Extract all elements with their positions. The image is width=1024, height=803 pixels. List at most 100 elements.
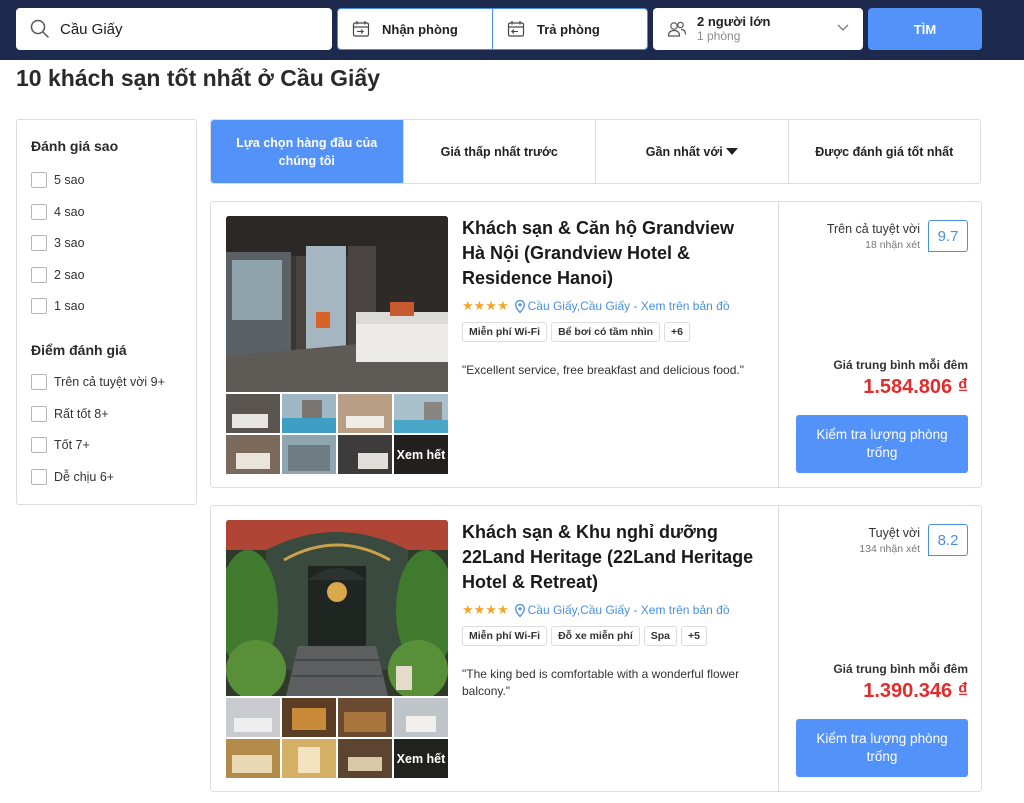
hotel-card: Xem hết Khách sạn & Khu nghỉ dưỡng 22Lan… bbox=[210, 505, 982, 792]
hotel-thumbnails: Xem hết bbox=[226, 394, 448, 474]
filter-score-9[interactable]: Trên cả tuyệt vời 9+ bbox=[31, 374, 165, 390]
filter-label: Rất tốt 8+ bbox=[54, 407, 109, 421]
nightly-price: 1.584.806 ₫ bbox=[863, 376, 968, 398]
filter-score-6[interactable]: Dễ chịu 6+ bbox=[31, 469, 114, 485]
location-link[interactable]: Cầu Giấy,Cầu Giấy - Xem trên bản đồ bbox=[528, 299, 730, 313]
filter-label: 5 sao bbox=[54, 173, 85, 187]
guests-selector[interactable]: 2 người lớn 1 phòng bbox=[653, 8, 863, 50]
search-icon bbox=[30, 19, 50, 39]
hotel-name[interactable]: Khách sạn & Khu nghỉ dưỡng 22Land Herita… bbox=[462, 520, 762, 595]
thumbnail[interactable] bbox=[394, 394, 448, 433]
checkbox[interactable] bbox=[31, 298, 47, 314]
thumbnail[interactable] bbox=[226, 394, 280, 433]
thumbnail[interactable]: Xem hết bbox=[394, 435, 448, 474]
checkbox[interactable] bbox=[31, 172, 47, 188]
thumbnail[interactable] bbox=[282, 698, 336, 737]
checkbox[interactable] bbox=[31, 235, 47, 251]
thumbnail[interactable] bbox=[226, 698, 280, 737]
review-score-badge: 9.7 bbox=[928, 220, 968, 252]
thumbnail[interactable] bbox=[226, 739, 280, 778]
checkbox[interactable] bbox=[31, 374, 47, 390]
filter-sidebar: Đánh giá sao 5 sao 4 sao 3 sao 2 sao 1 s… bbox=[16, 119, 197, 505]
find-button[interactable]: TÌM bbox=[868, 8, 982, 50]
checkbox[interactable] bbox=[31, 204, 47, 220]
star-rating: ★★★★ bbox=[462, 298, 509, 313]
filter-5-stars[interactable]: 5 sao bbox=[31, 172, 85, 188]
check-availability-button[interactable]: Kiểm tra lượng phòng trống bbox=[796, 719, 968, 777]
tab-best-rated[interactable]: Được đánh giá tốt nhất bbox=[787, 120, 981, 183]
checkin-field[interactable]: Nhận phòng bbox=[338, 9, 492, 49]
filter-1-star[interactable]: 1 sao bbox=[31, 298, 85, 314]
checkout-label: Trả phòng bbox=[537, 21, 600, 37]
filter-label: 1 sao bbox=[54, 299, 85, 313]
see-all-photos-button[interactable]: Xem hết bbox=[394, 739, 448, 778]
nightly-price: 1.390.346 ₫ bbox=[863, 680, 968, 702]
see-all-photos-button[interactable]: Xem hết bbox=[394, 435, 448, 474]
filter-label: Trên cả tuyệt vời 9+ bbox=[54, 375, 165, 389]
filter-3-stars[interactable]: 3 sao bbox=[31, 235, 85, 251]
filter-label: Dễ chịu 6+ bbox=[54, 470, 115, 484]
checkbox[interactable] bbox=[31, 469, 47, 485]
thumbnail[interactable] bbox=[282, 394, 336, 433]
amenity-tag: Bể bơi có tầm nhìn bbox=[551, 322, 661, 342]
tab-top-picks[interactable]: Lựa chọn hàng đầu của chúng tôi bbox=[211, 120, 403, 183]
amenity-more-tag[interactable]: +6 bbox=[664, 322, 691, 342]
filter-4-stars[interactable]: 4 sao bbox=[31, 204, 85, 220]
review-count: 18 nhận xét bbox=[865, 239, 920, 251]
thumbnail[interactable]: Xem hết bbox=[394, 739, 448, 778]
price-panel: Tuyệt vời 134 nhận xét 8.2 Giá trung bìn… bbox=[778, 506, 982, 791]
amenity-tag: Spa bbox=[643, 626, 678, 646]
checkbox[interactable] bbox=[31, 437, 47, 453]
hotel-location: ★★★★ Cầu Giấy,Cầu Giấy - Xem trên bản đồ bbox=[462, 602, 730, 618]
checkout-calendar-icon bbox=[507, 21, 525, 37]
amenity-more-tag[interactable]: +5 bbox=[681, 626, 707, 646]
rating-label: Trên cả tuyệt vời bbox=[826, 222, 920, 236]
hotel-name[interactable]: Khách sạn & Căn hộ Grandview Hà Nội (Gra… bbox=[462, 216, 762, 291]
price-panel: Trên cả tuyệt vời 18 nhận xét 9.7 Giá tr… bbox=[778, 202, 982, 487]
guests-icon bbox=[667, 21, 687, 37]
star-rating-filter-title: Đánh giá sao bbox=[31, 138, 119, 154]
tab-nearest-label: Gần nhất với bbox=[645, 144, 723, 159]
thumbnail[interactable] bbox=[338, 739, 392, 778]
filter-score-7[interactable]: Tốt 7+ bbox=[31, 437, 90, 453]
hotel-main-photo[interactable] bbox=[226, 520, 448, 696]
thumbnail[interactable] bbox=[282, 739, 336, 778]
rating-label: Tuyệt vời bbox=[868, 526, 921, 540]
thumbnail[interactable] bbox=[338, 435, 392, 474]
date-picker: Nhận phòng Trả phòng bbox=[337, 8, 648, 50]
rooms-count: 1 phòng bbox=[697, 29, 741, 43]
tab-lowest-price[interactable]: Giá thấp nhất trước bbox=[402, 120, 596, 183]
thumbnail[interactable] bbox=[226, 435, 280, 474]
destination-input[interactable] bbox=[60, 20, 300, 38]
location-link[interactable]: Cầu Giấy,Cầu Giấy - Xem trên bản đồ bbox=[528, 603, 730, 617]
hotel-main-photo[interactable] bbox=[226, 216, 448, 392]
review-snippet: "Excellent service, free breakfast and d… bbox=[462, 363, 744, 377]
check-availability-button[interactable]: Kiểm tra lượng phòng trống bbox=[796, 415, 968, 473]
destination-search-box[interactable] bbox=[16, 8, 332, 50]
thumbnail[interactable] bbox=[394, 698, 448, 737]
filter-2-stars[interactable]: 2 sao bbox=[31, 267, 85, 283]
hotel-card: Xem hết Khách sạn & Căn hộ Grandview Hà … bbox=[210, 201, 982, 488]
review-score-filter-title: Điểm đánh giá bbox=[31, 342, 127, 358]
thumbnail[interactable] bbox=[282, 435, 336, 474]
filter-label: 4 sao bbox=[54, 205, 85, 219]
checkin-label: Nhận phòng bbox=[382, 21, 458, 37]
thumbnail[interactable] bbox=[338, 698, 392, 737]
checkbox[interactable] bbox=[31, 267, 47, 283]
amenity-tag: Miễn phí Wi-Fi bbox=[462, 626, 548, 646]
search-header: Nhận phòng Trả phòng 2 người lớn 1 phòng… bbox=[0, 0, 1024, 60]
checkbox[interactable] bbox=[31, 406, 47, 422]
thumbnail[interactable] bbox=[338, 394, 392, 433]
filter-score-8[interactable]: Rất tốt 8+ bbox=[31, 406, 109, 422]
rating-summary: Tuyệt vời 134 nhận xét bbox=[859, 526, 920, 555]
tab-nearest[interactable]: Gần nhất với bbox=[595, 120, 788, 183]
review-count: 134 nhận xét bbox=[859, 543, 920, 555]
amenity-tag: Miễn phí Wi-Fi bbox=[462, 322, 548, 342]
filter-label: 2 sao bbox=[54, 268, 85, 282]
filter-label: 3 sao bbox=[54, 236, 85, 250]
sort-tabs: Lựa chọn hàng đầu của chúng tôi Giá thấp… bbox=[210, 119, 981, 184]
review-score-badge: 8.2 bbox=[928, 524, 968, 556]
checkout-field[interactable]: Trả phòng bbox=[492, 9, 647, 49]
caret-down-icon bbox=[725, 148, 738, 155]
map-pin-icon bbox=[514, 603, 525, 617]
